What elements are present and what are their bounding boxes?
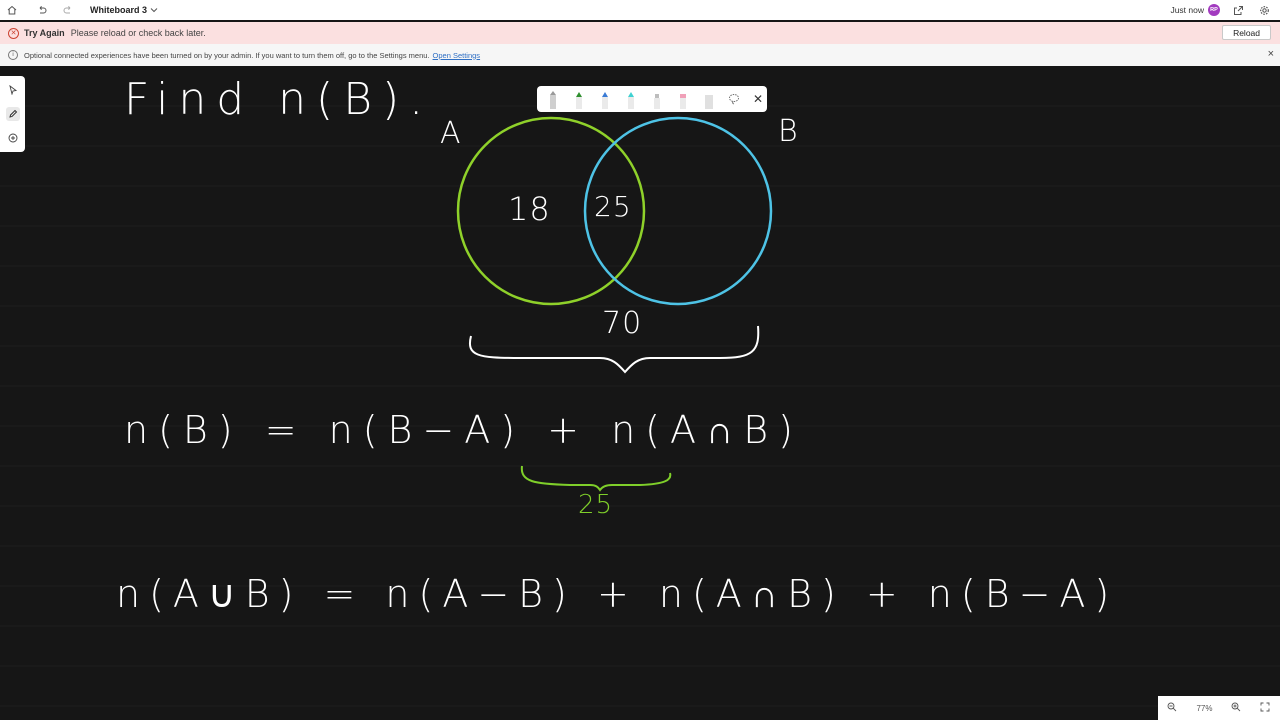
close-palette-icon[interactable]: ✕ bbox=[751, 92, 765, 106]
equation-n-b: n(B) = n(B−A) + n(A∩B) bbox=[124, 408, 803, 452]
redo-icon[interactable] bbox=[60, 2, 76, 18]
pen-cyan-icon[interactable] bbox=[623, 89, 639, 109]
share-icon[interactable] bbox=[1230, 2, 1246, 18]
close-icon[interactable]: × bbox=[1268, 48, 1274, 60]
zoom-out-icon[interactable] bbox=[1167, 702, 1177, 714]
info-banner: i Optional connected experiences have be… bbox=[0, 44, 1280, 66]
whiteboard-drawing bbox=[0, 105, 1280, 707]
error-title: Try Again bbox=[24, 28, 65, 38]
set-b-label: B bbox=[778, 114, 798, 149]
equation-dot: · bbox=[756, 410, 766, 445]
save-status: Just now bbox=[1170, 5, 1204, 15]
pen-white-icon[interactable] bbox=[545, 89, 561, 109]
pen-tool-icon[interactable] bbox=[5, 107, 20, 121]
title-bar-actions: Just now RP bbox=[1170, 0, 1272, 20]
left-toolbar bbox=[0, 76, 25, 152]
avatar[interactable]: RP bbox=[1208, 4, 1220, 16]
pen-blue-icon[interactable] bbox=[597, 89, 613, 109]
pen-green-icon[interactable] bbox=[571, 89, 587, 109]
a-only-value: 18 bbox=[508, 190, 551, 228]
intersection-value: 25 bbox=[594, 190, 632, 223]
whiteboard-canvas[interactable]: Find n(B). A B 18 25 70 n(B) = n(B−A) + … bbox=[0, 66, 1280, 720]
intersection-annotation: 25 bbox=[578, 490, 614, 520]
title-bar: Whiteboard 3 Just now RP bbox=[0, 0, 1280, 20]
lasso-select-icon[interactable] bbox=[727, 92, 741, 106]
set-a-label: A bbox=[440, 116, 461, 151]
eraser-icon[interactable] bbox=[701, 89, 717, 109]
equation-union: n(A∪B) = n(A−B) + n(A∩B) + n(B−A) bbox=[116, 572, 1119, 616]
error-banner: ✕ Try Again Please reload or check back … bbox=[0, 22, 1280, 44]
error-icon: ✕ bbox=[8, 27, 19, 39]
zoom-controls: 77% bbox=[1158, 696, 1280, 720]
error-message: Please reload or check back later. bbox=[70, 28, 206, 38]
zoom-level[interactable]: 77% bbox=[1196, 704, 1212, 713]
pen-gray-icon[interactable] bbox=[649, 89, 665, 109]
zoom-in-icon[interactable] bbox=[1231, 702, 1241, 714]
pen-palette: ✕ bbox=[537, 86, 767, 112]
chevron-down-icon[interactable] bbox=[150, 6, 158, 15]
fit-to-screen-icon[interactable] bbox=[1260, 702, 1270, 714]
info-message: Optional connected experiences have been… bbox=[24, 50, 430, 60]
whiteboard-title[interactable]: Whiteboard 3 bbox=[90, 5, 147, 15]
open-settings-link[interactable]: Open Settings bbox=[433, 51, 481, 60]
select-pointer-icon[interactable] bbox=[6, 83, 20, 97]
highlighter-pink-icon[interactable] bbox=[675, 89, 691, 109]
gear-icon[interactable] bbox=[1256, 2, 1272, 18]
total-value: 70 bbox=[602, 306, 643, 341]
home-icon[interactable] bbox=[4, 2, 20, 18]
intersection-brace bbox=[520, 465, 672, 492]
info-icon: i bbox=[8, 50, 18, 60]
add-icon[interactable] bbox=[6, 131, 20, 145]
undo-icon[interactable] bbox=[34, 2, 50, 18]
problem-title: Find n(B). bbox=[124, 74, 434, 125]
reload-button[interactable]: Reload bbox=[1222, 25, 1271, 40]
